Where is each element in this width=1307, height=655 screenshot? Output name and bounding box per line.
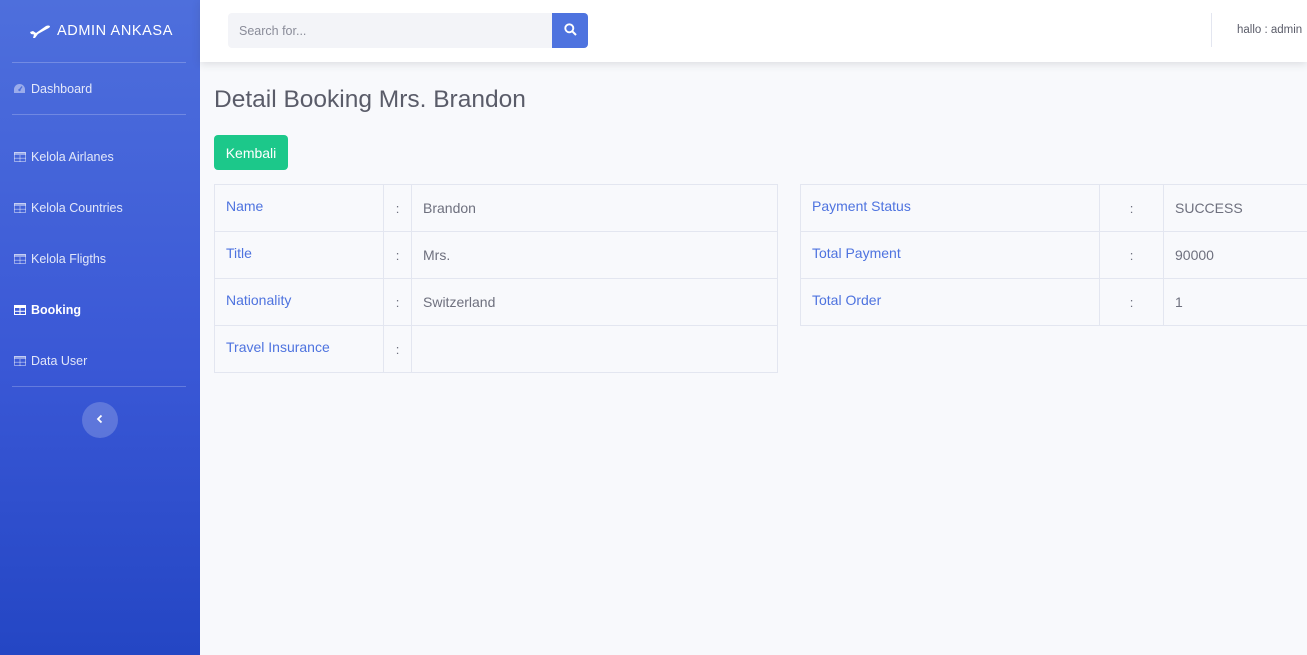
search-form	[228, 13, 588, 48]
sidebar-item-data-user[interactable]: Data User	[0, 335, 200, 386]
table-row: Total Payment : 90000	[800, 231, 1307, 279]
sidebar-toggle-button[interactable]	[82, 402, 118, 438]
field-separator: :	[1099, 278, 1164, 326]
field-value: Mrs.	[411, 231, 778, 279]
back-button[interactable]: Kembali	[214, 135, 288, 170]
table-icon	[13, 201, 26, 214]
sidebar-item-kelola-fligths[interactable]: Kelola Fligths	[0, 233, 200, 284]
sidebar-item-label: Dashboard	[31, 81, 93, 96]
user-greeting[interactable]: hallo : admin	[1237, 24, 1302, 36]
booking-detail-table: Name : Brandon Title : Mrs. Nationality …	[214, 184, 778, 373]
table-icon	[13, 150, 26, 163]
field-separator: :	[383, 325, 412, 373]
sidebar-item-label: Booking	[31, 302, 81, 317]
field-value: 1	[1163, 278, 1307, 326]
search-icon	[563, 22, 577, 39]
table-icon	[13, 354, 26, 367]
payment-detail-table: Payment Status : SUCCESS Total Payment :…	[800, 184, 1307, 326]
sidebar-item-dashboard[interactable]: Dashboard	[0, 63, 200, 114]
field-label: Total Order	[800, 278, 1100, 326]
sidebar-item-label: Kelola Airlanes	[31, 149, 114, 164]
table-row: Title : Mrs.	[214, 231, 778, 279]
field-separator: :	[383, 231, 412, 279]
field-label: Payment Status	[800, 184, 1100, 232]
field-separator: :	[1099, 184, 1164, 232]
brand-name: ADMIN ANKASA	[57, 23, 173, 39]
sidebar-item-label: Kelola Fligths	[31, 251, 107, 266]
field-value	[411, 325, 778, 373]
sidebar-item-label: Data User	[31, 353, 88, 368]
table-row: Payment Status : SUCCESS	[800, 184, 1307, 232]
field-value: SUCCESS	[1163, 184, 1307, 232]
field-separator: :	[1099, 231, 1164, 279]
field-separator: :	[383, 184, 412, 232]
sidebar: ADMIN ANKASA Dashboard Kelola Airlanes K…	[0, 0, 200, 655]
sidebar-item-booking[interactable]: Booking	[0, 284, 200, 335]
field-separator: :	[383, 278, 412, 326]
page-title: Detail Booking Mrs. Brandon	[214, 86, 526, 113]
tachometer-icon	[13, 82, 26, 95]
table-row: Total Order : 1	[800, 278, 1307, 326]
sidebar-item-label: Kelola Countries	[31, 200, 123, 215]
sidebar-item-kelola-countries[interactable]: Kelola Countries	[0, 182, 200, 233]
field-label: Total Payment	[800, 231, 1100, 279]
field-value: Switzerland	[411, 278, 778, 326]
search-button[interactable]	[552, 13, 588, 48]
chevron-left-icon	[96, 411, 104, 429]
field-label: Travel Insurance	[214, 325, 384, 373]
topbar-divider	[1211, 13, 1212, 47]
sidebar-item-kelola-airlanes[interactable]: Kelola Airlanes	[0, 131, 200, 182]
brand[interactable]: ADMIN ANKASA	[0, 0, 200, 62]
field-label: Title	[214, 231, 384, 279]
table-row: Nationality : Switzerland	[214, 278, 778, 326]
topbar: hallo : admin	[200, 0, 1307, 62]
search-input[interactable]	[228, 13, 552, 48]
plane-icon	[29, 23, 51, 39]
table-icon	[13, 252, 26, 265]
field-value: 90000	[1163, 231, 1307, 279]
field-value: Brandon	[411, 184, 778, 232]
table-row: Travel Insurance :	[214, 325, 778, 373]
table-icon	[13, 303, 26, 316]
table-row: Name : Brandon	[214, 184, 778, 232]
field-label: Nationality	[214, 278, 384, 326]
field-label: Name	[214, 184, 384, 232]
